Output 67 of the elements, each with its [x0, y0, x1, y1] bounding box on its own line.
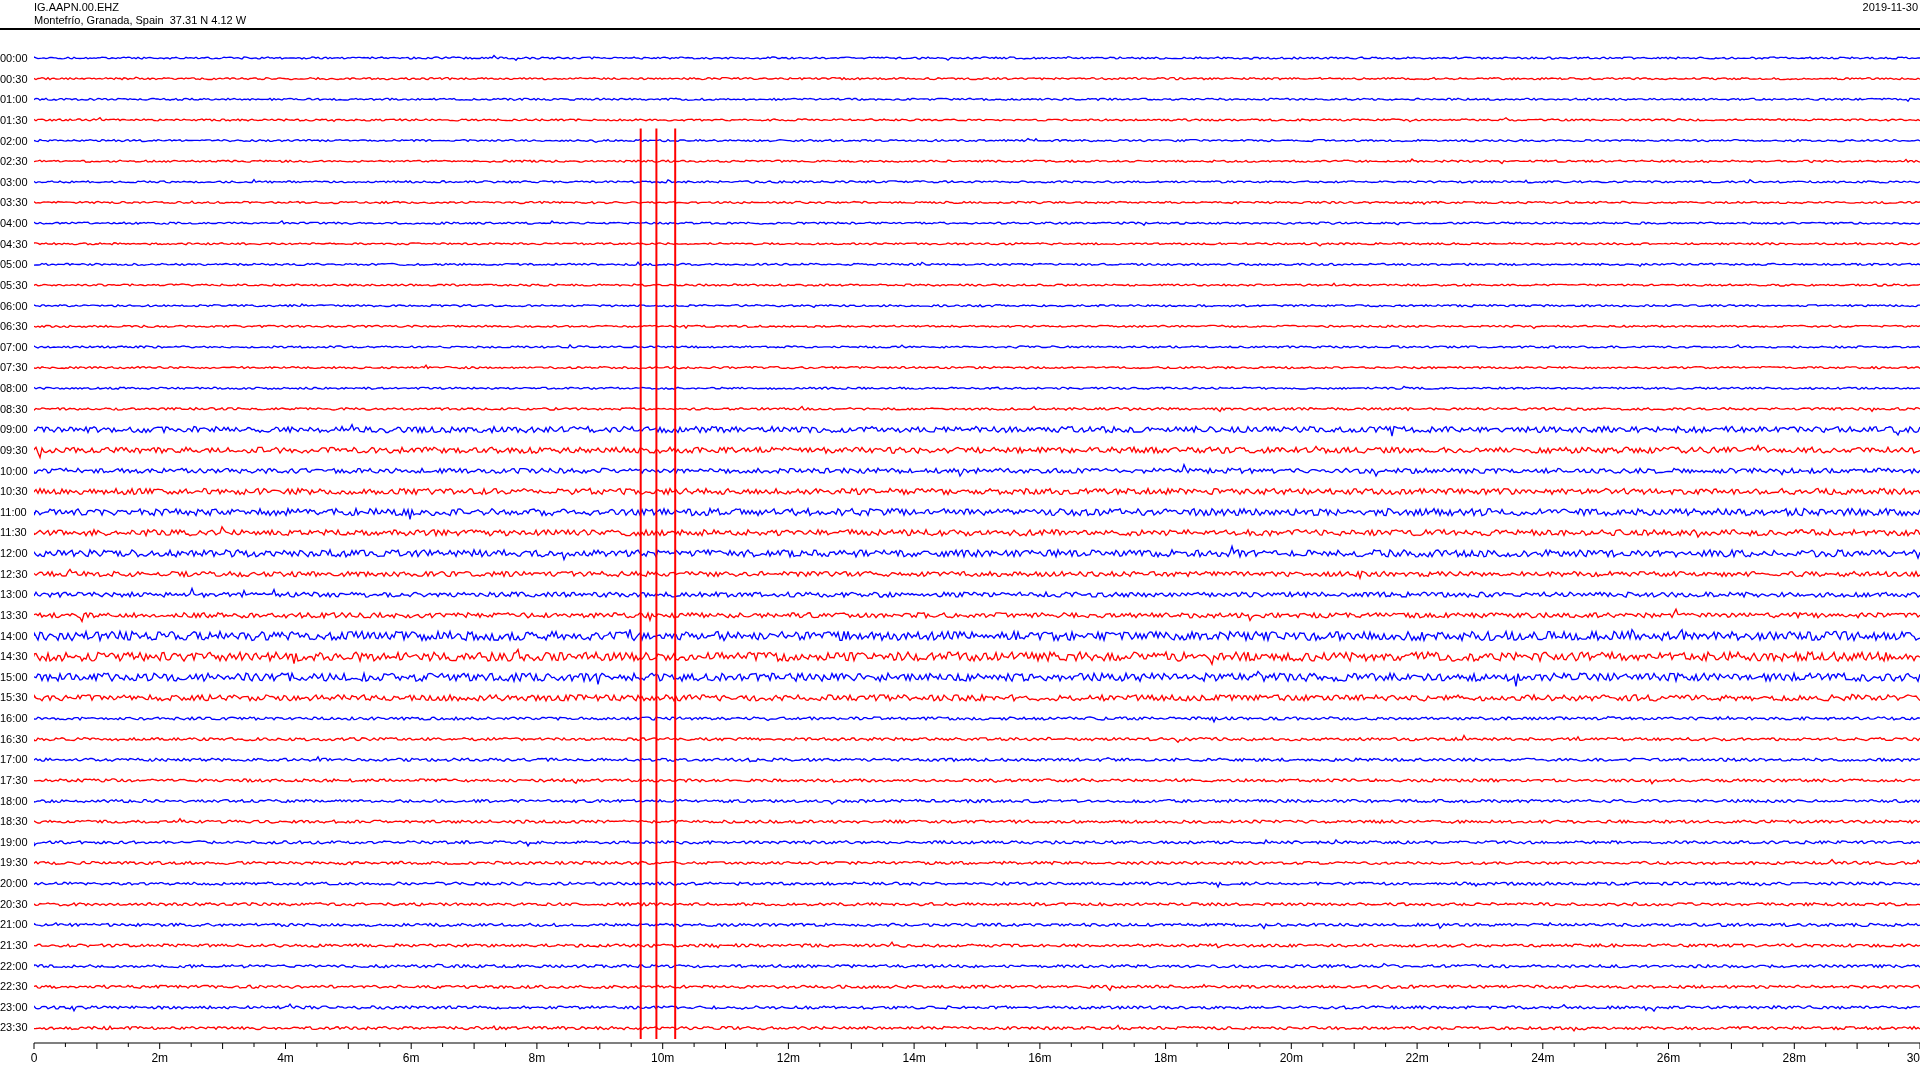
time-label: 03:00 [0, 175, 28, 188]
time-label: 18:30 [0, 815, 28, 828]
axis-tick-label: 2m [151, 1051, 169, 1065]
time-label: 16:30 [0, 732, 28, 745]
time-label: 21:30 [0, 938, 28, 951]
time-label: 14:00 [0, 629, 28, 642]
axis-tick-label: 12m [776, 1051, 801, 1065]
time-label: 18:00 [0, 794, 28, 807]
axis-tick-label: 28m [1782, 1051, 1806, 1065]
time-label: 20:00 [0, 877, 28, 889]
time-label: 23:00 [0, 1000, 28, 1013]
time-label: 02:30 [0, 155, 28, 168]
time-label: 14:30 [0, 650, 28, 663]
time-label: 11:00 [0, 505, 27, 518]
axis-tick-label: 20m [1279, 1051, 1303, 1065]
axis-tick-label: 14m [902, 1051, 926, 1065]
time-label: 09:30 [0, 443, 28, 456]
axis-tick-label: 30 [1906, 1051, 1920, 1065]
time-label: 07:30 [0, 361, 28, 374]
axis-tick-label: 22m [1405, 1051, 1429, 1065]
axis-tick-label: 24m [1531, 1051, 1555, 1065]
time-label: 05:00 [0, 258, 28, 271]
axis-tick-label: 4m [277, 1051, 294, 1065]
time-label: 23:30 [0, 1021, 28, 1034]
time-label: 15:30 [0, 691, 28, 704]
time-label: 19:30 [0, 856, 28, 869]
time-label: 17:30 [0, 773, 28, 786]
time-label: 05:30 [0, 278, 28, 291]
time-label: 22:00 [0, 959, 28, 972]
time-label: 04:30 [0, 237, 28, 250]
time-label: 17:00 [0, 753, 28, 766]
time-label: 07:00 [0, 340, 28, 353]
time-label: 03:30 [0, 196, 28, 209]
time-label: 06:30 [0, 320, 28, 333]
time-label: 20:30 [0, 897, 28, 910]
time-label: 06:00 [0, 299, 28, 312]
time-label: 21:00 [0, 918, 28, 931]
time-label: 12:30 [0, 567, 28, 580]
time-label: 22:30 [0, 980, 28, 993]
time-label: 04:00 [0, 217, 28, 229]
time-label: 15:00 [0, 670, 28, 683]
axis-tick-label: 0 [30, 1051, 38, 1065]
time-label: 13:00 [0, 588, 28, 601]
time-label: 08:30 [0, 402, 28, 415]
axis-tick-label: 6m [402, 1051, 420, 1065]
time-label: 01:00 [0, 93, 28, 106]
time-label: 11:30 [0, 526, 27, 539]
station-code: IG.AAPN.00.EHZ [34, 1, 120, 14]
time-label: 01:30 [0, 113, 28, 126]
axis-tick-label: 8m [528, 1051, 546, 1065]
time-label: 10:00 [0, 464, 28, 477]
time-label: 10:30 [0, 485, 28, 498]
time-label: 00:00 [0, 52, 28, 64]
time-label: 00:30 [0, 72, 28, 85]
time-label: 02:00 [0, 134, 28, 147]
time-label: 19:00 [0, 835, 28, 848]
axis-tick-label: 16m [1028, 1051, 1052, 1065]
time-label: 09:00 [0, 423, 28, 436]
time-label: 08:00 [0, 382, 28, 394]
time-label: 16:00 [0, 712, 28, 724]
time-label: 12:00 [0, 547, 28, 559]
axis-tick-label: 18m [1153, 1051, 1178, 1065]
plot-date: 2019-11-30 [1862, 1, 1918, 14]
station-location: Montefrío, Granada, Spain 37.31 N 4.12 W [34, 14, 247, 27]
axis-tick-label: 26m [1656, 1051, 1681, 1065]
axis-tick-label: 10m [651, 1051, 675, 1065]
time-label: 13:30 [0, 608, 28, 621]
